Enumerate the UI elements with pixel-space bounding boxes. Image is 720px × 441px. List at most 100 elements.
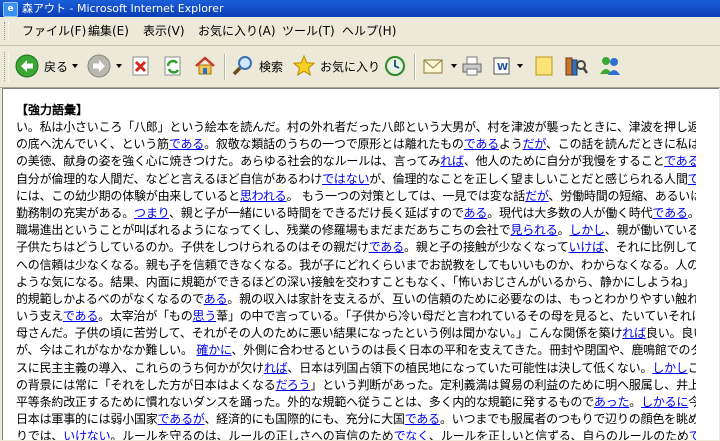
text-segment: 今日、 (688, 395, 696, 409)
window-title: 森アウト - Microsoft Internet Explorer (22, 2, 224, 15)
text-line: への信頼は少なくなる。親も子を信頼できなくなる。我が子にどれくらいまでお説教をし… (16, 257, 696, 274)
text-line: には、この幼少期の体験が由来していると思われる。 もう一つの対策としては、一見で… (16, 188, 696, 205)
inline-link[interactable]: ある (464, 206, 488, 220)
inline-link[interactable]: いけない (63, 429, 110, 440)
text-segment: 、外側に合わせるというのは長く日本の平和を支えてきた。冊封や閉国や、鹿鳴館でのダ… (231, 343, 696, 358)
text-segment: が、倫理的なことを正しく望ましいことだと感じられる人間 (369, 171, 688, 186)
text-segment: 。 (557, 223, 570, 238)
text-segment: 、この話を読んだときに私は自己犠牲 (545, 137, 696, 152)
messenger-button[interactable] (597, 52, 623, 80)
search-button[interactable]: 検索 (231, 52, 283, 80)
edit-dropdown-icon[interactable] (517, 64, 523, 68)
article-text: い。私は小さいころ「八郎」という絵本を読んだ。村の外れ者だった八郎という大男が、… (16, 119, 696, 440)
menu-file[interactable]: ファイル(F) (20, 23, 88, 39)
text-segment: 、他人のために自分が我慢をすること (463, 154, 665, 169)
text-segment: 。ルールを守るのは、ルールの正しさへの盲信のため (110, 429, 394, 440)
inline-link[interactable]: である (689, 429, 696, 440)
back-label: 戻る (44, 59, 69, 74)
favorites-button[interactable]: お気に入り (292, 52, 380, 80)
menu-help[interactable]: ヘルプ(H) (340, 23, 398, 39)
refresh-button[interactable] (162, 52, 184, 80)
menu-grip[interactable] (4, 22, 9, 40)
back-dropdown-icon[interactable] (72, 64, 79, 68)
inline-link[interactable]: あった (594, 395, 630, 409)
inline-link[interactable]: である (688, 172, 696, 186)
inline-link[interactable]: 見られる (510, 223, 557, 237)
print-button[interactable] (460, 52, 484, 80)
menu-bar: ファイル(F) 編集(E) 表示(V) お気に入り(A) ツール(T) ヘルプ(… (0, 17, 720, 46)
text-line: の美徳、献身の姿を強く心に焼きつけた。あらゆる社会的なルールは、言ってみれば、他… (16, 153, 696, 170)
inline-link[interactable]: 思う (193, 309, 217, 323)
menu-tools[interactable]: ツール(T) (280, 23, 337, 39)
text-line: いう支えである。太宰治が「もの思う葦」の中で言っている。「子供から冷い母だと言わ… (16, 308, 696, 325)
text-segment: 。親の収入は家計を支えるが、互いの信頼のために必要なのは、もっとわかりやすい触れ… (227, 291, 696, 306)
text-segment: 、労働時間の短縮、あるいは自宅 (548, 188, 697, 203)
text-segment: 自分が倫理的な人間だ、などと言えるほど自信があるわけ (16, 171, 323, 186)
text-segment: 子供たちはどうしているのか。子供をしつけられるのはその親だけ (16, 240, 369, 255)
inline-link[interactable]: だろう (276, 378, 311, 392)
text-segment: 母さんだ。子供の頃に苦労して、それがその人のために悪い結果になったという例は聞か… (16, 326, 623, 341)
inline-link[interactable]: である (464, 137, 499, 151)
text-segment: 、ルールを正しいと信ずる、自らのルールのため (429, 429, 689, 440)
inline-link[interactable]: つまり (134, 206, 169, 220)
inline-link[interactable]: だが (523, 137, 547, 151)
inline-link[interactable]: だが (525, 189, 549, 203)
inline-link[interactable]: であるが (158, 412, 205, 426)
standard-toolbar: 戻る 検索 お気に入り W (0, 46, 720, 88)
inline-link[interactable]: でなく (394, 429, 430, 440)
inline-link[interactable]: である (169, 137, 204, 151)
printer-icon (462, 56, 482, 76)
text-segment: い。私は小さいころ「八郎」という絵本を読んだ。村の外れ者だった八郎という大男が、… (16, 120, 696, 134)
inline-link[interactable]: である (664, 154, 696, 168)
inline-link[interactable]: いけば (569, 240, 605, 254)
inline-link[interactable]: である (652, 206, 687, 220)
inline-link[interactable]: 思われる (240, 189, 287, 203)
inline-link[interactable]: ではない (322, 172, 369, 186)
text-segment: よう (498, 137, 523, 152)
menu-view[interactable]: 表示(V) (141, 23, 187, 39)
back-arrow-icon (15, 54, 39, 78)
mail-button[interactable] (421, 52, 457, 80)
history-button[interactable] (383, 52, 407, 80)
inline-link[interactable]: れば (440, 154, 464, 168)
favorites-label: お気に入り (320, 59, 381, 74)
inline-link[interactable]: ある (204, 292, 228, 306)
inline-link[interactable]: である (63, 309, 98, 323)
inline-link[interactable]: 確かに (196, 343, 231, 357)
text-segment: 、経済的にも国際的にも、充分に大国 (204, 412, 405, 427)
text-line: 母さんだ。子供の頃に苦労して、それがその人のために悪い結果になったという例は聞か… (16, 325, 696, 342)
research-button[interactable] (563, 52, 589, 80)
menu-edit[interactable]: 編集(E) (86, 23, 131, 39)
text-line: スに民主主義の導入、これらのうち何かが欠ければ、日本は列国占領下の植民地になって… (16, 360, 696, 377)
note-icon (535, 56, 553, 76)
title-bar: e 森アウト - Microsoft Internet Explorer (0, 0, 720, 17)
messenger-icon (600, 57, 620, 75)
text-segment: が、今はこれがなかなか難しい。 (16, 343, 197, 358)
research-icon (565, 57, 589, 76)
page-heading: 【強力語彙】 (16, 103, 89, 117)
forward-dropdown-icon[interactable] (116, 64, 122, 68)
inline-link[interactable]: である (405, 412, 440, 426)
text-segment: には、この幼少期の体験が由来していると (16, 188, 240, 203)
toolbar-separator (224, 54, 226, 80)
inline-link[interactable]: れば (264, 361, 288, 375)
mail-dropdown-icon[interactable] (451, 64, 457, 68)
toolbar-grip[interactable] (4, 52, 9, 81)
inline-link[interactable]: しかし (569, 223, 605, 237)
edit-button[interactable]: W (491, 52, 523, 80)
inline-link[interactable]: れば (622, 326, 646, 340)
text-segment: 。いつまでも服属者のつもりで辺りの顔色を眺めばか (439, 412, 696, 427)
stop-button[interactable] (130, 52, 152, 80)
inline-link[interactable]: である (369, 240, 404, 254)
forward-button[interactable] (86, 52, 122, 80)
page-content: 【強力語彙】 い。私は小さいころ「八郎」という絵本を読んだ。村の外れ者だった八郎… (2, 88, 719, 440)
inline-link[interactable]: しかし (652, 361, 688, 375)
inline-link[interactable]: しかるに (641, 395, 688, 409)
text-line: 日本は軍事的には弱小国家であるが、経済的にも国際的にも、充分に大国である。いつま… (16, 411, 696, 428)
svg-text:W: W (497, 62, 508, 73)
back-button[interactable]: 戻る (14, 52, 79, 80)
refresh-icon (164, 56, 181, 76)
discuss-button[interactable] (532, 52, 556, 80)
home-button[interactable] (193, 52, 217, 80)
menu-favorites[interactable]: お気に入り(A) (196, 23, 278, 39)
